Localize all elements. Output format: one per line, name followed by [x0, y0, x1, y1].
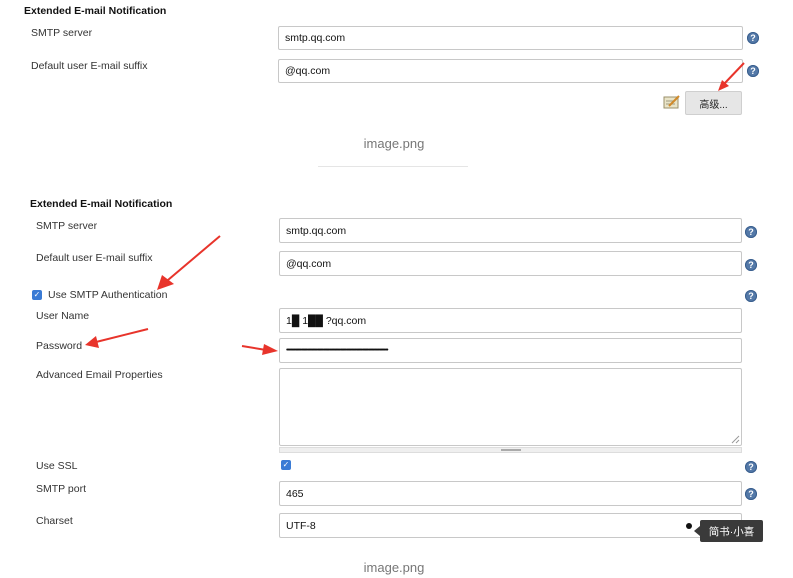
email-suffix-input[interactable]: @qq.com	[279, 251, 742, 276]
charset-label: Charset	[36, 515, 73, 527]
annotation-arrow-icon	[241, 344, 278, 355]
username-value: 1█ 1██ ?qq.com	[286, 314, 367, 327]
email-suffix-input[interactable]: @qq.com	[278, 59, 743, 83]
bullet-dot	[686, 523, 692, 529]
smtp-server-input[interactable]: smtp.qq.com	[278, 26, 743, 50]
advanced-email-properties-label: Advanced Email Properties	[36, 369, 163, 381]
password-input[interactable]: ••••••••••••••••••••••••••••••••••••••••…	[279, 338, 742, 363]
notepad-icon[interactable]	[663, 94, 681, 110]
smtp-port-input[interactable]: 465	[279, 481, 742, 506]
smtp-server-label: SMTP server	[31, 27, 93, 39]
caption-divider	[318, 166, 468, 167]
annotation-arrow-icon	[718, 62, 745, 91]
smtp-port-value: 465	[286, 487, 304, 500]
image-caption: image.png	[363, 136, 425, 151]
username-input[interactable]: 1█ 1██ ?qq.com	[279, 308, 742, 333]
help-icon[interactable]: ?	[747, 65, 759, 77]
smtp-server-label: SMTP server	[36, 220, 98, 232]
annotation-arrow-icon	[157, 235, 221, 290]
password-value: ••••••••••••••••••••••••••••••••••••••••…	[286, 347, 389, 354]
watermark-tooltip: 简书·小喜	[700, 520, 763, 542]
username-label: User Name	[36, 310, 90, 322]
help-icon[interactable]: ?	[745, 226, 757, 238]
smtp-server-input[interactable]: smtp.qq.com	[279, 218, 742, 243]
help-icon[interactable]: ?	[745, 461, 757, 473]
help-icon[interactable]: ?	[745, 259, 757, 271]
resize-handle-icon[interactable]	[731, 435, 740, 444]
section-title: Extended E-mail Notification	[30, 198, 173, 210]
password-label: Password	[36, 340, 83, 352]
help-icon[interactable]: ?	[747, 32, 759, 44]
email-suffix-value: @qq.com	[286, 257, 332, 270]
help-icon[interactable]: ?	[745, 290, 757, 302]
use-ssl-checkbox[interactable]: ✓	[281, 460, 291, 470]
advanced-email-properties-textarea[interactable]	[279, 368, 742, 446]
image-caption: image.png	[363, 560, 425, 575]
smtp-server-value: smtp.qq.com	[285, 32, 346, 44]
textarea-resize-bar[interactable]	[279, 447, 742, 453]
annotation-arrow-icon	[85, 328, 149, 348]
help-icon[interactable]: ?	[745, 488, 757, 500]
resize-grip	[501, 449, 521, 451]
charset-value: UTF-8	[286, 519, 316, 532]
email-suffix-label: Default user E-mail suffix	[36, 252, 153, 264]
smtp-server-value: smtp.qq.com	[286, 224, 347, 237]
section-title: Extended E-mail Notification	[24, 5, 167, 17]
charset-input[interactable]: UTF-8	[279, 513, 742, 538]
smtp-port-label: SMTP port	[36, 483, 86, 495]
use-smtp-auth-checkbox[interactable]: ✓	[32, 290, 42, 300]
email-suffix-value: @qq.com	[285, 65, 331, 77]
use-ssl-label: Use SSL	[36, 460, 78, 472]
email-suffix-label: Default user E-mail suffix	[31, 60, 148, 72]
